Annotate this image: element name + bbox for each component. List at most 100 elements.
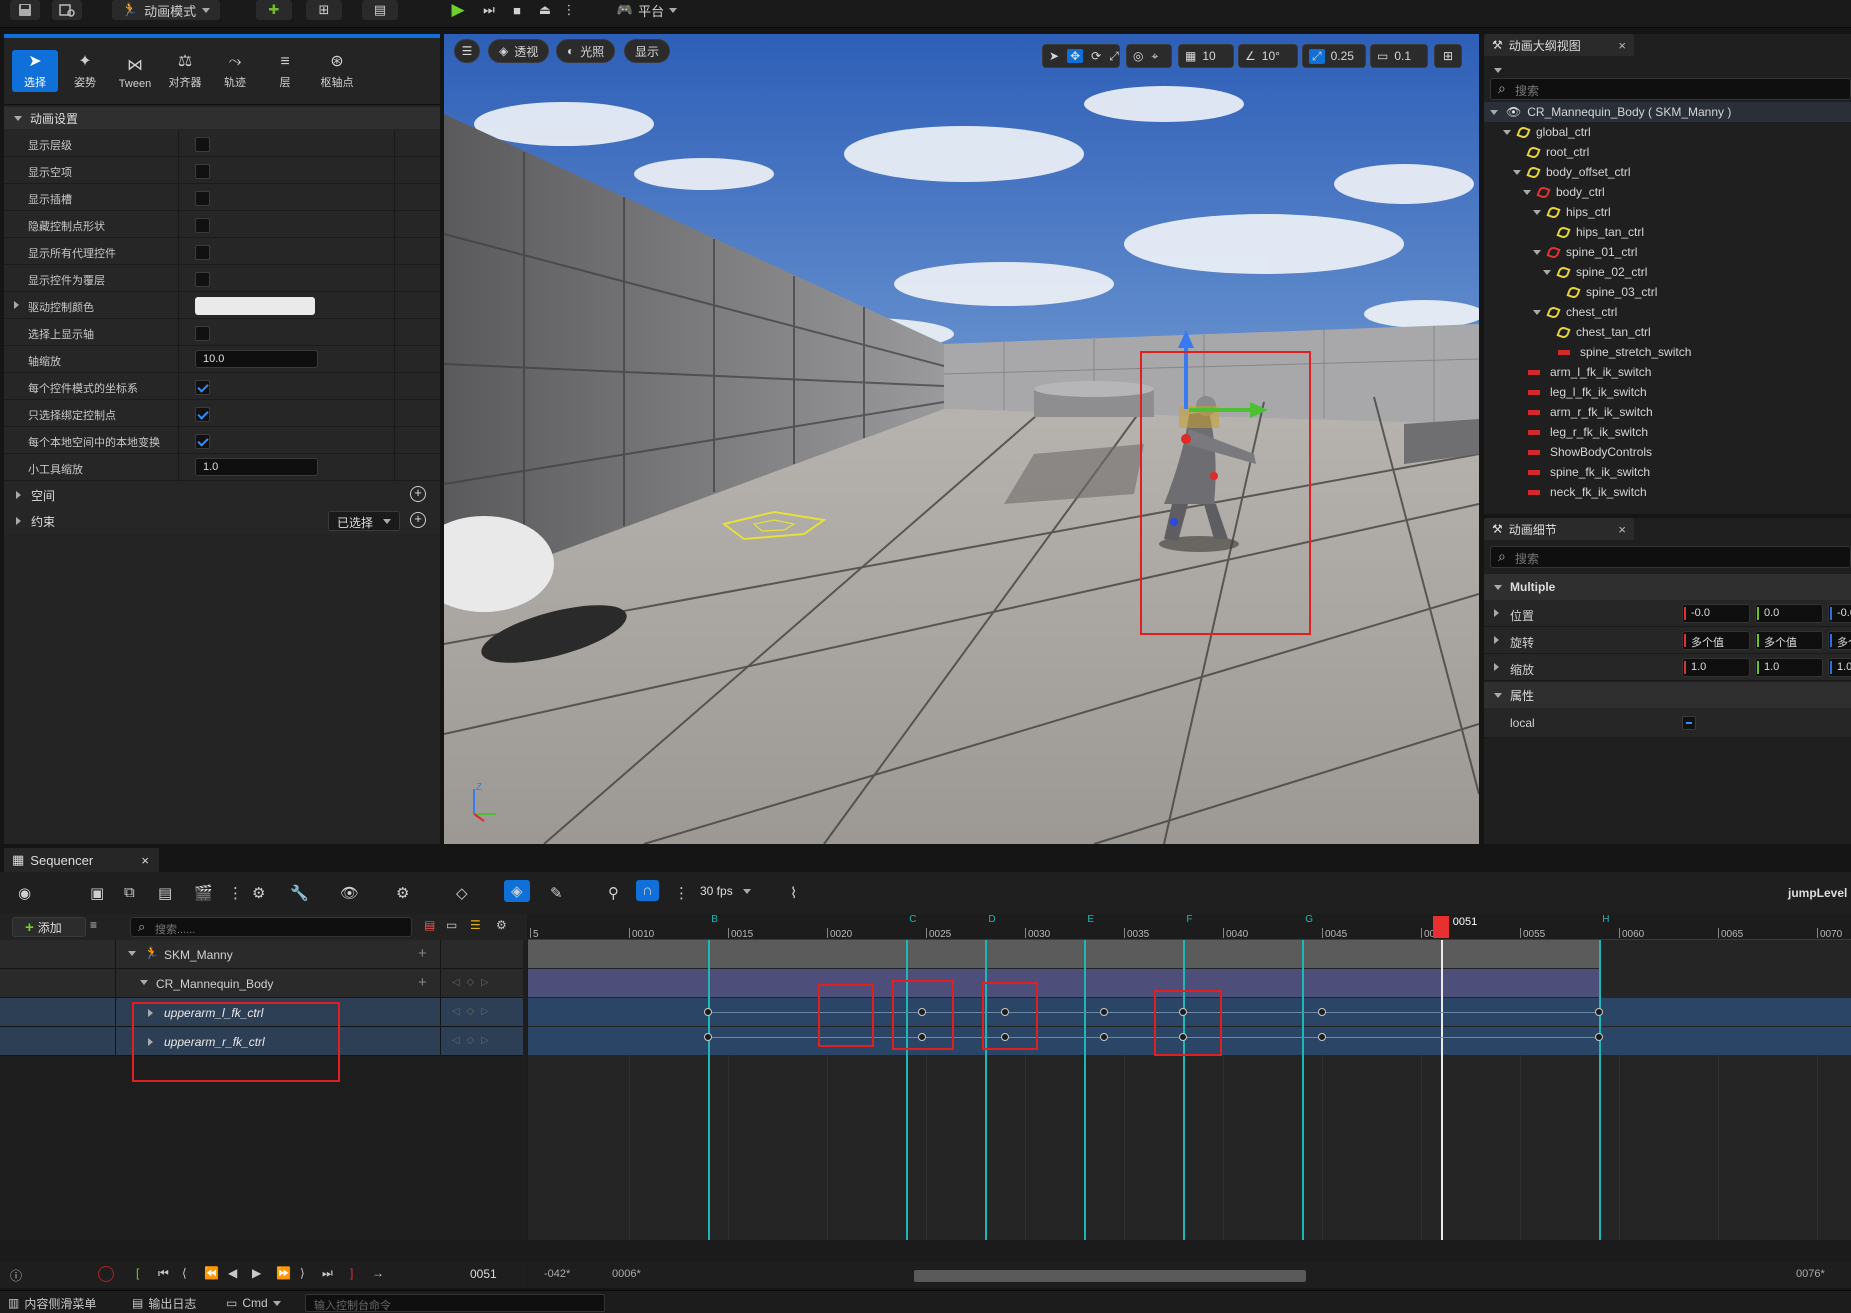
mode-dropdown[interactable]: 🏃 动画模式 — [112, 0, 220, 20]
add-space-icon[interactable]: + — [410, 486, 426, 502]
auto-key-icon[interactable]: ◈ — [504, 880, 530, 902]
lighting-button[interactable]: ◐ 光照 — [556, 39, 616, 63]
key-navigation-icons[interactable]: ◁ ◇ ▷ — [452, 1006, 491, 1017]
browse-icon[interactable]: ⧉ — [124, 884, 135, 901]
add-constraint-icon[interactable]: + — [410, 512, 426, 528]
details-tab[interactable]: ⚒ 动画细节 × — [1484, 518, 1634, 540]
grid-snap-button[interactable]: ▦ 10 — [1178, 44, 1234, 68]
close-icon[interactable]: × — [1618, 522, 1626, 537]
mode-pose-button[interactable]: ✦ 姿势 — [62, 50, 108, 92]
console-input[interactable]: 输入控制台命令 — [305, 1294, 605, 1312]
outliner-item[interactable]: arm_r_fk_ik_switch — [1484, 402, 1851, 422]
outliner-item[interactable]: spine_fk_ik_switch — [1484, 462, 1851, 482]
select-icon[interactable]: ➤ — [1049, 49, 1059, 63]
camera-cut-icon[interactable]: ▤ — [158, 884, 172, 902]
key-interp-icon[interactable]: ◇ — [456, 884, 468, 902]
filter-icon[interactable]: ≡ — [90, 918, 97, 932]
add-actor-icon[interactable]: ✚ — [256, 0, 292, 20]
curve-editor-icon[interactable]: ⌇ — [790, 884, 797, 902]
outliner-item[interactable]: arm_l_fk_ik_switch — [1484, 362, 1851, 382]
marker-icon[interactable]: ⚲ — [608, 884, 619, 902]
chevron-down-icon[interactable] — [140, 980, 148, 985]
add-track-button[interactable]: + 添加 — [12, 917, 86, 937]
outliner-item[interactable]: spine_03_ctrl — [1484, 282, 1851, 302]
surface-snap-icon[interactable]: ⌖ — [1151, 49, 1158, 64]
mode-snapper-button[interactable]: ⚖ 对齐器 — [162, 50, 208, 92]
scale-icon[interactable]: ⤢ — [1109, 49, 1119, 64]
chevron-right-icon[interactable] — [14, 301, 19, 309]
stop-icon[interactable]: ■ — [506, 0, 528, 20]
fps-dropdown[interactable]: 30 fps — [700, 884, 751, 898]
constraint-dropdown[interactable]: 已选择 — [328, 511, 400, 531]
key-navigation-icons[interactable]: ◁ ◇ ▷ — [452, 977, 491, 988]
playhead-handle[interactable] — [1432, 916, 1449, 938]
setting-checkbox[interactable] — [195, 191, 210, 206]
list-icon[interactable]: ☰ — [470, 918, 481, 932]
chevron-down-icon[interactable] — [1512, 169, 1522, 175]
prev-key-icon[interactable]: ⟨ — [182, 1266, 187, 1280]
mode-pivot-button[interactable]: ⊛ 枢轴点 — [314, 50, 360, 92]
mode-motion-trail-button[interactable]: ⤳ 轨迹 — [212, 50, 258, 92]
level-viewport[interactable]: Z ☰ ◈ 透视 ◐ 光照 显示 ➤ ✥ ⟳ ⤢ ◎ ⌖ ▦ 10 ∠ 10° — [444, 34, 1479, 844]
details-search-input[interactable]: 搜索 — [1490, 546, 1851, 568]
playback-options-icon[interactable]: ⚙ — [396, 884, 409, 902]
outliner-item[interactable]: neck_fk_ik_switch — [1484, 482, 1851, 502]
mode-select-button[interactable]: ➤ 选择 — [12, 50, 58, 92]
range-start-field[interactable]: -042* — [544, 1268, 570, 1280]
platform-dropdown[interactable]: 🎮 平台 — [612, 0, 682, 20]
rotate-icon[interactable]: ⟳ — [1091, 49, 1101, 63]
output-log-button[interactable]: ▤ 输出日志 — [132, 1294, 196, 1312]
outliner-item[interactable]: hips_tan_ctrl — [1484, 222, 1851, 242]
chevron-down-icon[interactable] — [1542, 269, 1552, 275]
setting-checkbox[interactable] — [195, 218, 210, 233]
keyframe[interactable] — [1318, 1033, 1326, 1041]
range-end-field[interactable]: 0076* — [1796, 1268, 1825, 1280]
world-icon[interactable]: ◉ — [18, 884, 31, 902]
track-area[interactable] — [528, 940, 1851, 1240]
save-icon[interactable]: ▣ — [90, 884, 104, 902]
prev-frame-icon[interactable]: ⏪ — [204, 1266, 219, 1280]
chevron-down-icon[interactable] — [128, 951, 136, 956]
vector-x-input[interactable]: -0.0 — [1682, 604, 1750, 623]
add-subtrack-icon[interactable]: + — [418, 945, 427, 962]
outliner-tab[interactable]: ⚒ 动画大纲视图 × — [1484, 34, 1634, 56]
info-icon[interactable]: ⓘ — [10, 1267, 22, 1284]
outliner-root-row[interactable]: 👁 CR_Mannequin_Body ( SKM_Manny ) — [1484, 102, 1851, 122]
outliner-item[interactable]: global_ctrl — [1484, 122, 1851, 142]
close-icon[interactable]: × — [1618, 38, 1626, 53]
setting-number-input[interactable]: 1.0 — [195, 458, 318, 476]
outliner-item[interactable]: ShowBodyControls — [1484, 442, 1851, 462]
outliner-item[interactable]: root_ctrl — [1484, 142, 1851, 162]
keyframe[interactable] — [1318, 1008, 1326, 1016]
eye-icon[interactable]: 👁 — [1506, 105, 1521, 119]
range-start-icon[interactable]: [ — [136, 1266, 139, 1280]
section-anim-settings[interactable]: 动画设置 — [4, 107, 440, 129]
more-options-icon[interactable]: ⋮ — [674, 884, 689, 902]
jump-to-start-icon[interactable]: ⏮ — [158, 1266, 169, 1281]
section-constraint[interactable]: 约束 已选择 + — [4, 508, 440, 534]
vector-x-input[interactable]: 1.0 — [1682, 658, 1750, 677]
outliner-item[interactable]: body_ctrl — [1484, 182, 1851, 202]
chevron-down-icon[interactable] — [1532, 249, 1542, 255]
range-end-icon[interactable]: ] — [350, 1266, 353, 1280]
mode-tween-button[interactable]: ⋈ Tween — [112, 50, 158, 92]
more-options-icon[interactable]: ⋮ — [562, 0, 576, 20]
next-frame-icon[interactable]: ⏩ — [276, 1266, 291, 1280]
settings-icon[interactable]: ⚙ — [496, 918, 507, 932]
more-options-icon[interactable]: ⋮ — [228, 884, 243, 902]
setting-checkbox[interactable] — [195, 407, 210, 422]
outliner-item[interactable]: spine_stretch_switch — [1484, 342, 1851, 362]
timeline-scrollbar[interactable] — [914, 1270, 1306, 1282]
group-multiple[interactable]: Multiple — [1484, 574, 1851, 600]
outliner-search-input[interactable]: 搜索 — [1490, 78, 1851, 100]
play-icon[interactable]: ▶ — [444, 0, 472, 20]
eject-icon[interactable]: ⏏ — [534, 0, 556, 20]
section-space[interactable]: 空间 + — [4, 482, 440, 508]
outliner-item[interactable]: leg_l_fk_ik_switch — [1484, 382, 1851, 402]
bake-icon[interactable]: ⚙ — [252, 884, 265, 902]
setting-checkbox[interactable] — [195, 326, 210, 341]
vector-y-input[interactable]: 多个值 — [1755, 631, 1823, 650]
perspective-button[interactable]: ◈ 透视 — [488, 39, 550, 63]
outliner-item[interactable]: body_offset_ctrl — [1484, 162, 1851, 182]
local-checkbox[interactable] — [1682, 716, 1696, 730]
